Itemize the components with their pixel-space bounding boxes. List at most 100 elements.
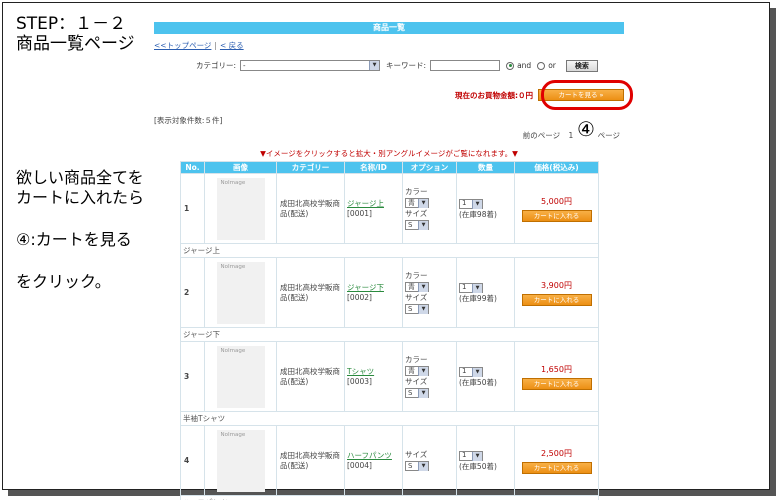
quantity-cell: 1 ▼ (在庫99着) <box>456 257 515 328</box>
color-label: カラー <box>405 186 428 196</box>
add-to-cart-button[interactable]: カートに入れる <box>521 461 592 474</box>
table-row: 1 NoImage 成田北高校学販商品(配送) ジャージ上 [0001] カラー青 ▼ サイズ… <box>180 173 599 244</box>
size-select[interactable]: S ▼ <box>405 387 429 398</box>
header-category: カテゴリー <box>276 161 345 174</box>
view-cart-highlight <box>541 80 633 110</box>
product-subname: ジャージ上 <box>180 243 599 258</box>
category-select[interactable]: - ▼ <box>240 60 381 71</box>
quantity-select-value: 1 <box>462 367 467 376</box>
chevron-down-icon: ▼ <box>472 283 482 293</box>
product-table: No. 画像 カテゴリー 名称/ID オプション 数量 価格(税込み) 1 NoI… <box>180 161 599 500</box>
chevron-down-icon: ▼ <box>472 367 482 377</box>
product-name-link[interactable]: Tシャツ <box>347 367 402 377</box>
table-row: ハーフパンツ <box>180 495 599 500</box>
price-text: 5,000円 <box>541 196 572 206</box>
row-number: 3 <box>180 341 205 412</box>
price-cell: 1,650円 カートに入れる <box>514 341 599 412</box>
pager-prev[interactable]: 前のページ <box>523 131 560 140</box>
color-select-value: 青 <box>408 198 415 207</box>
name-cell: ハーフパンツ [0004] <box>344 425 403 496</box>
color-select[interactable]: 青 ▼ <box>405 197 429 208</box>
cart-amount: 現在のお買物金額:０円 <box>455 90 533 100</box>
size-select[interactable]: S ▼ <box>405 460 429 471</box>
product-image[interactable]: NoImage <box>216 429 265 492</box>
instruction-line1: 欲しい商品全てを <box>16 168 144 187</box>
table-row: ジャージ下 <box>180 327 599 342</box>
add-to-cart-button[interactable]: カートに入れる <box>521 377 592 390</box>
image-cell: NoImage <box>204 425 277 496</box>
chevron-down-icon: ▼ <box>418 282 428 292</box>
quantity-select-value: 1 <box>462 199 467 208</box>
stock-text: (在庫99着) <box>459 293 497 303</box>
color-select-value: 青 <box>408 366 415 375</box>
header-no: No. <box>180 161 205 174</box>
product-id: [0002] <box>347 292 372 302</box>
table-row: 3 NoImage 成田北高校学販商品(配送) Tシャツ [0003] カラー青 ▼ サイズ S… <box>180 341 599 412</box>
product-image[interactable]: NoImage <box>216 345 265 408</box>
quantity-select[interactable]: 1 ▼ <box>459 282 483 293</box>
product-name-link[interactable]: ジャージ上 <box>347 199 402 209</box>
nav-separator: | <box>214 41 217 50</box>
instructions: 欲しい商品全てを カートに入れたら ④:カートを見る をクリック。 <box>16 168 144 314</box>
product-subname: 半袖Tシャツ <box>180 411 599 426</box>
size-select-value: S <box>408 220 413 229</box>
option-cell: カラー青 ▼ サイズ S ▼ <box>402 173 457 244</box>
size-label: サイズ <box>405 208 428 218</box>
row-category: 成田北高校学販商品(配送) <box>276 257 345 328</box>
chevron-down-icon: ▼ <box>418 198 428 208</box>
page-title: 商品一覧 <box>154 22 624 34</box>
image-cell: NoImage <box>204 257 277 328</box>
table-header-row: No. 画像 カテゴリー 名称/ID オプション 数量 価格(税込み) <box>180 161 599 174</box>
quantity-select[interactable]: 1 ▼ <box>459 450 483 461</box>
size-select-value: S <box>408 461 413 470</box>
add-to-cart-button[interactable]: カートに入れる <box>521 293 592 306</box>
row-number: 2 <box>180 257 205 328</box>
row-category: 成田北高校学販商品(配送) <box>276 425 345 496</box>
price-text: 2,500円 <box>541 448 572 458</box>
keyword-label: キーワード: <box>386 61 427 70</box>
size-label: サイズ <box>405 449 428 459</box>
add-to-cart-button[interactable]: カートに入れる <box>521 209 592 222</box>
quantity-cell: 1 ▼ (在庫50着) <box>456 425 515 496</box>
size-label: サイズ <box>405 376 428 386</box>
or-label: or <box>548 61 556 70</box>
header-price: 価格(税込み) <box>514 161 599 174</box>
keyword-input[interactable] <box>430 60 501 71</box>
color-label: カラー <box>405 270 428 280</box>
row-category: 成田北高校学販商品(配送) <box>276 341 345 412</box>
table-row: 4 NoImage 成田北高校学販商品(配送) ハーフパンツ [0004] サイズ S ▼ 1 ▼… <box>180 425 599 496</box>
color-select[interactable]: 青 ▼ <box>405 365 429 376</box>
product-id: [0004] <box>347 460 372 470</box>
product-image[interactable]: NoImage <box>216 261 265 324</box>
stock-text: (在庫50着) <box>459 377 497 387</box>
step-title-line2: 商品一覧ページ <box>16 34 135 54</box>
image-cell: NoImage <box>204 341 277 412</box>
product-image[interactable]: NoImage <box>216 177 265 240</box>
product-name-link[interactable]: ハーフパンツ <box>347 451 402 461</box>
color-select-value: 青 <box>408 282 415 291</box>
or-radio[interactable] <box>537 61 546 70</box>
and-radio[interactable] <box>506 61 515 70</box>
top-page-link[interactable]: <<トップページ <box>154 41 211 50</box>
callout-number: ④ <box>573 116 599 142</box>
product-name-link[interactable]: ジャージ下 <box>347 283 402 293</box>
size-select[interactable]: S ▼ <box>405 303 429 314</box>
row-number: 1 <box>180 173 205 244</box>
option-cell: カラー青 ▼ サイズ S ▼ <box>402 341 457 412</box>
step-title-line1: STEP：１－２ <box>16 14 127 34</box>
quantity-select[interactable]: 1 ▼ <box>459 198 483 209</box>
quantity-select[interactable]: 1 ▼ <box>459 366 483 377</box>
color-select[interactable]: 青 ▼ <box>405 281 429 292</box>
category-label: カテゴリー: <box>196 61 237 70</box>
product-id: [0001] <box>347 208 372 218</box>
image-notice: ▼イメージをクリックすると拡大・別アングルイメージがご覧になれます。▼ <box>260 149 518 158</box>
instruction-line2: カートに入れたら <box>16 188 145 207</box>
quantity-cell: 1 ▼ (在庫98着) <box>456 173 515 244</box>
back-link[interactable]: < 戻る <box>220 41 244 50</box>
search-button[interactable]: 検索 <box>565 59 598 72</box>
option-cell: カラー青 ▼ サイズ S ▼ <box>402 257 457 328</box>
header-image: 画像 <box>204 161 277 174</box>
size-select[interactable]: S ▼ <box>405 219 429 230</box>
pager-next[interactable]: ページ <box>598 131 620 140</box>
category-select-value: - <box>243 61 246 70</box>
